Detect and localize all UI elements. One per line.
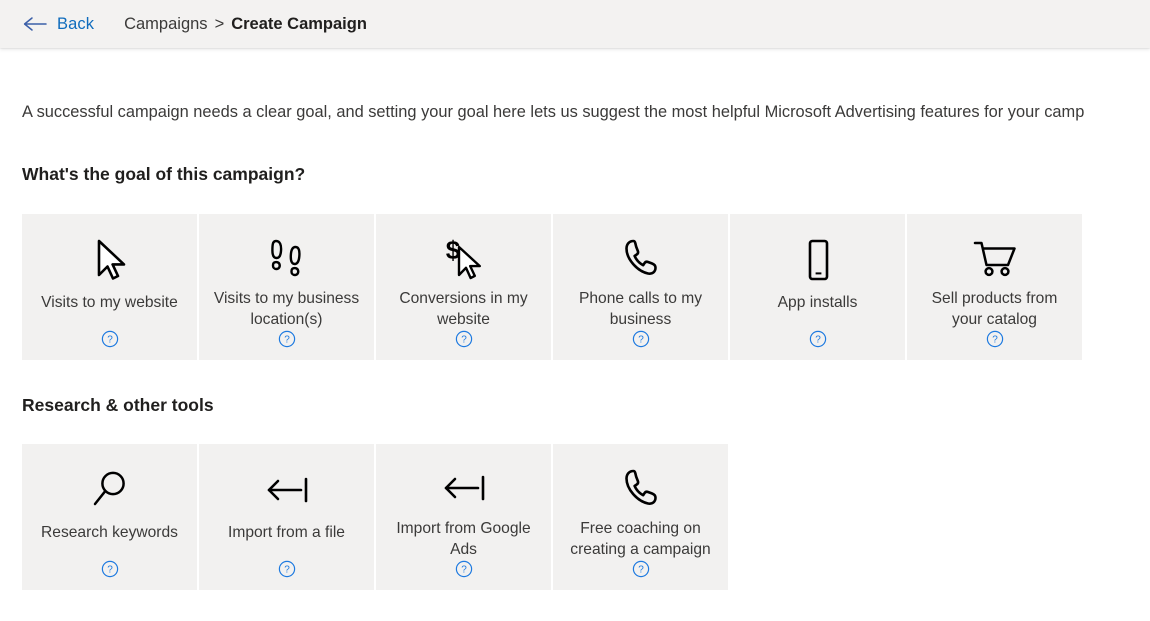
tile-label: Sell products from your catalog (931, 290, 1058, 328)
svg-text:?: ? (461, 565, 467, 576)
tile-free-coaching-on-creating-a-campaign[interactable]: Free coaching on creating a campaign ? (553, 444, 728, 590)
help-circle-icon[interactable]: ? (986, 330, 1004, 348)
svg-text:?: ? (638, 335, 644, 346)
breadcrumb-separator: > (214, 14, 225, 33)
svg-text:?: ? (107, 335, 113, 346)
tile-label: Free coaching on creating a campaign (570, 520, 711, 558)
tile-research-keywords[interactable]: Research keywords ? (22, 444, 197, 590)
tile-label: Import from Google Ads (396, 520, 531, 558)
breadcrumb: Campaigns > Create Campaign (124, 15, 367, 34)
shopping-cart-icon (969, 232, 1021, 284)
svg-text:?: ? (638, 565, 644, 576)
tile-import-from-google-ads[interactable]: Import from Google Ads ? (376, 444, 551, 590)
help-circle-icon[interactable]: ? (632, 560, 650, 578)
tile-conversions-in-my-website[interactable]: $ Conversions in my website ? (376, 214, 551, 360)
svg-text:?: ? (992, 335, 998, 346)
help-circle-icon[interactable]: ? (632, 330, 650, 348)
svg-text:?: ? (284, 335, 290, 346)
arrow-left-icon (22, 15, 48, 33)
svg-text:?: ? (815, 335, 821, 346)
help-circle-icon[interactable]: ? (455, 330, 473, 348)
tile-label: Research keywords (41, 524, 178, 541)
breadcrumb-item-current: Create Campaign (231, 14, 367, 33)
tile-label: Visits to my business location(s) (213, 290, 360, 328)
tile-label: Import from a file (228, 524, 345, 541)
import-arrow-icon (438, 462, 490, 514)
help-circle-icon[interactable]: ? (101, 560, 119, 578)
intro-text: A successful campaign needs a clear goal… (22, 103, 1085, 121)
footprints-icon (264, 232, 310, 284)
goal-section-title: What's the goal of this campaign? (22, 164, 306, 184)
help-circle-icon[interactable]: ? (809, 330, 827, 348)
tile-phone-calls-to-my-business[interactable]: Phone calls to my business ? (553, 214, 728, 360)
help-circle-icon[interactable]: ? (455, 560, 473, 578)
tile-label: Phone calls to my business (578, 290, 703, 328)
tile-import-from-a-file[interactable]: Import from a file ? (199, 444, 374, 590)
breadcrumb-item-campaigns[interactable]: Campaigns (124, 15, 207, 34)
tools-tile-row: Research keywords ? Import from a file ?… (22, 444, 728, 590)
phone-icon (617, 462, 665, 514)
tile-app-installs[interactable]: App installs ? (730, 214, 905, 360)
tile-visits-to-my-website[interactable]: Visits to my website ? (22, 214, 197, 360)
dollar-cursor-icon: $ (440, 232, 488, 284)
goal-tile-row: Visits to my website ? Visits to my busi… (22, 214, 1082, 360)
help-circle-icon[interactable]: ? (101, 330, 119, 348)
phone-icon (617, 232, 665, 284)
svg-text:?: ? (107, 565, 113, 576)
tile-label: App installs (777, 294, 858, 311)
svg-text:?: ? (284, 565, 290, 576)
page-header: Back Campaigns > Create Campaign (0, 0, 1150, 48)
back-button[interactable]: Back (22, 15, 94, 34)
import-arrow-icon (261, 462, 313, 518)
svg-text:?: ? (461, 335, 467, 346)
tile-label: Conversions in my website (399, 290, 528, 328)
tools-section-title: Research & other tools (22, 395, 214, 415)
help-circle-icon[interactable]: ? (278, 560, 296, 578)
tile-label: Visits to my website (41, 294, 178, 311)
help-circle-icon[interactable]: ? (278, 330, 296, 348)
magnifier-icon (87, 462, 133, 518)
cursor-pointer-icon (90, 232, 130, 288)
mobile-phone-icon (801, 232, 835, 288)
back-button-label: Back (57, 14, 95, 33)
tile-sell-products-from-your-catalog[interactable]: Sell products from your catalog ? (907, 214, 1082, 360)
tile-visits-to-my-business-locations[interactable]: Visits to my business location(s) ? (199, 214, 374, 360)
